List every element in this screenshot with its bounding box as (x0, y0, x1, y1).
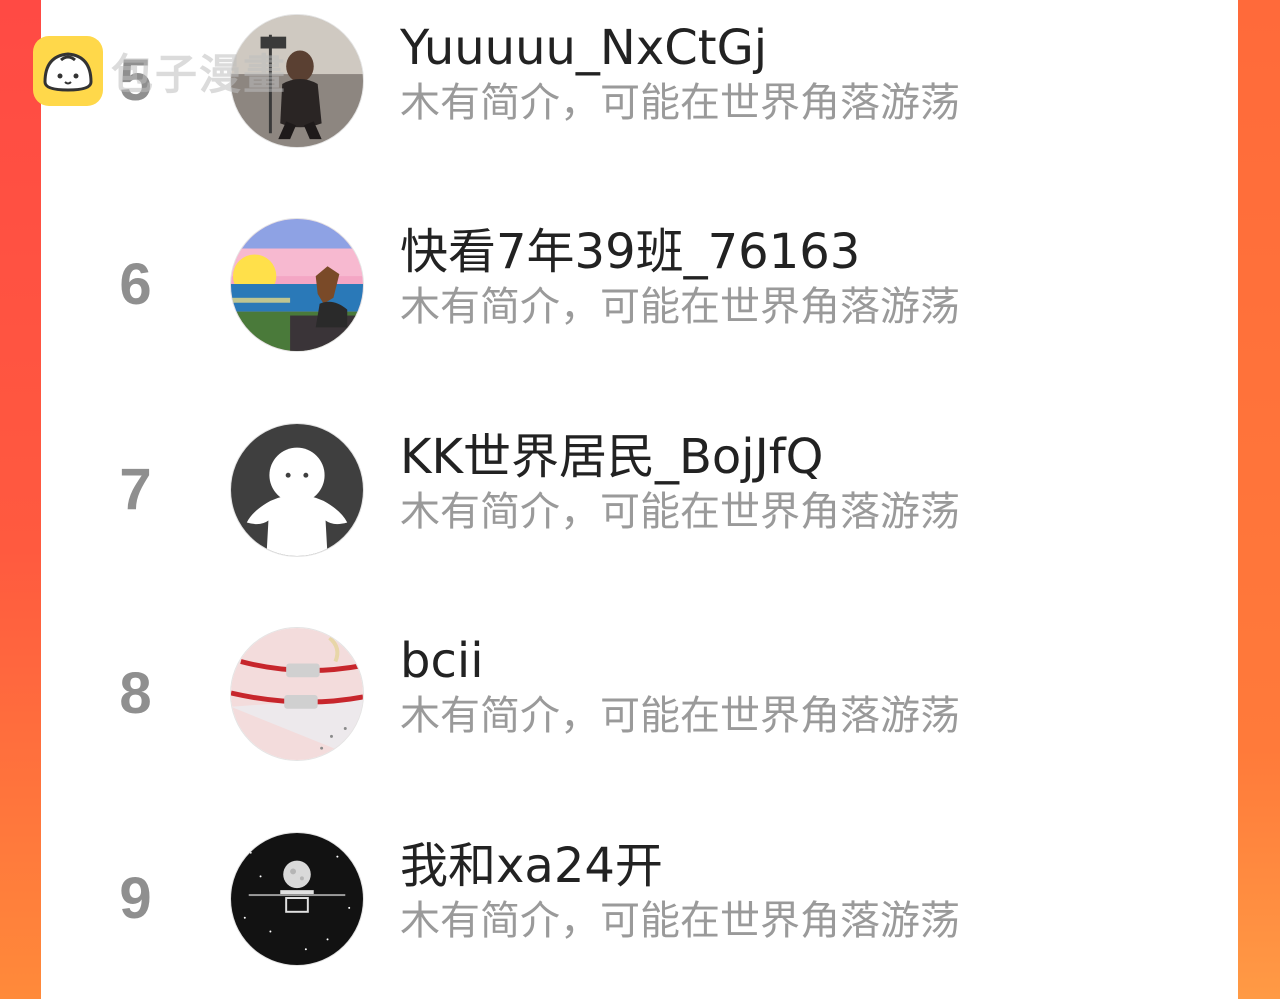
user-avatar[interactable] (230, 627, 364, 761)
list-item[interactable]: 6 快看7年39班_76163 木有简介，可能在世界角落游荡 (41, 212, 1238, 362)
user-bio: 木有简介，可能在世界角落游荡 (400, 284, 960, 330)
ranking-list-panel[interactable]: 5 Yuuuuu_NxCtGj 木有简介，可能在世界角落游荡 6 快看7年39班… (41, 0, 1238, 999)
bun-logo-icon (33, 36, 103, 106)
avatar-moon-starry-icon (231, 833, 363, 965)
watermark-logo: 包子漫畫 (33, 36, 287, 106)
list-item[interactable]: 9 我和xa24开 木有简介，可能在世界角落游荡 (41, 826, 1238, 976)
right-edge-background (1238, 0, 1280, 999)
user-bio: 木有简介，可能在世界角落游荡 (400, 489, 960, 535)
rank-number: 7 (119, 457, 152, 522)
user-avatar[interactable] (230, 423, 364, 557)
avatar-horse-sunset-icon (231, 219, 363, 351)
user-avatar[interactable] (230, 218, 364, 352)
rank-number: 9 (119, 866, 152, 931)
rank-number: 6 (119, 252, 152, 317)
user-bio: 木有简介，可能在世界角落游荡 (400, 898, 960, 944)
username[interactable]: 快看7年39班_76163 (400, 224, 860, 280)
username[interactable]: KK世界居民_BojJfQ (400, 429, 823, 485)
watermark-text: 包子漫畫 (111, 49, 288, 99)
avatar-default-ghost-icon (231, 424, 363, 556)
list-item[interactable]: 7 KK世界居民_BojJfQ 木有简介，可能在世界角落游荡 (41, 417, 1238, 567)
username[interactable]: 我和xa24开 (400, 838, 663, 894)
username[interactable]: bcii (400, 633, 484, 689)
user-avatar[interactable] (230, 832, 364, 966)
user-bio: 木有简介，可能在世界角落游荡 (400, 693, 960, 739)
list-item[interactable]: 8 bcii 木有简介，可能在世界角落游荡 (41, 621, 1238, 771)
username[interactable]: Yuuuuu_NxCtGj (400, 20, 767, 76)
user-bio: 木有简介，可能在世界角落游荡 (400, 80, 960, 126)
rank-number: 8 (119, 661, 152, 726)
avatar-red-bracelet-icon (231, 628, 363, 760)
